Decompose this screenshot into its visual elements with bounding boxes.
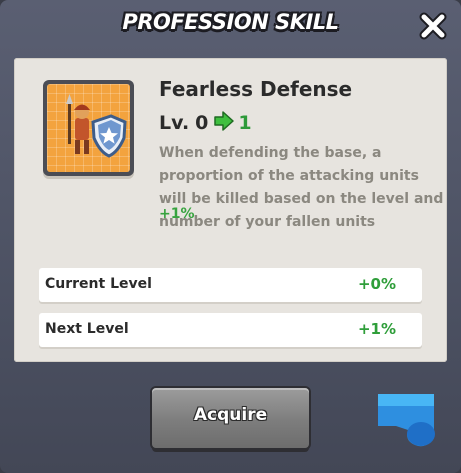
level-next: 1 bbox=[238, 112, 252, 134]
acquire-button[interactable]: Acquire bbox=[152, 388, 309, 448]
skill-description: When defending the base, a proportion of… bbox=[159, 145, 444, 230]
shielded-soldier-icon bbox=[66, 94, 127, 158]
acquire-button-label: Acquire bbox=[193, 405, 268, 425]
stat-value: +0% bbox=[357, 275, 396, 293]
title-bar: PROFESSION SKILL bbox=[0, 0, 461, 52]
skill-icon-background bbox=[47, 84, 130, 172]
close-x-icon bbox=[419, 12, 447, 40]
stat-row-current-level: Current Level +0% bbox=[39, 268, 422, 302]
skill-name: Fearless Defense bbox=[159, 77, 353, 101]
profession-skill-dialog: PROFESSION SKILL Fearless Defense Lv. 0 … bbox=[0, 0, 461, 473]
stat-row-next-level: Next Level +1% bbox=[39, 313, 422, 347]
dialog-title: PROFESSION SKILL bbox=[122, 10, 339, 34]
stat-value: +1% bbox=[357, 320, 396, 338]
close-button[interactable] bbox=[417, 10, 449, 42]
stat-label: Current Level bbox=[45, 276, 152, 292]
skill-icon-frame bbox=[43, 80, 134, 176]
level-current: 0 bbox=[195, 112, 209, 134]
skill-bonus: +1% bbox=[159, 206, 195, 222]
level-label: Lv. bbox=[159, 112, 190, 134]
side-item-button[interactable] bbox=[374, 390, 440, 450]
stat-label: Next Level bbox=[45, 321, 129, 337]
arrow-right-icon bbox=[213, 110, 235, 136]
blue-item-icon bbox=[378, 394, 435, 447]
level-indicator: Lv. 0 1 bbox=[159, 110, 252, 136]
skill-panel: Fearless Defense Lv. 0 1 When defending … bbox=[14, 58, 447, 362]
